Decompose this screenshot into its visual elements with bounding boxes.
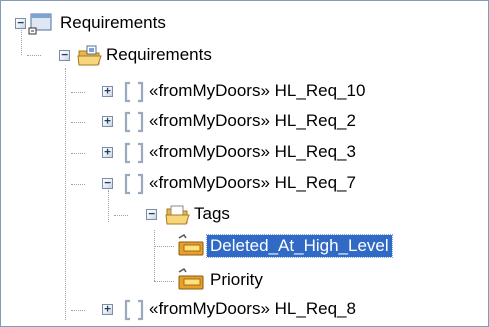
- tree-node-tag[interactable]: Deleted_At_High_Level: [1, 231, 481, 261]
- requirement-bracket-icon: [124, 81, 144, 103]
- requirement-bracket-icon: [124, 299, 144, 321]
- requirement-name: HL_Req_3: [274, 142, 356, 161]
- open-folder-icon: [165, 205, 190, 225]
- expand-toggle[interactable]: +: [102, 303, 113, 315]
- requirement-bracket-icon: [124, 173, 144, 195]
- requirement-name: HL_Req_2: [274, 111, 356, 130]
- tag-icon: [178, 268, 204, 290]
- collapse-toggle[interactable]: −: [102, 177, 113, 189]
- tree-node-label: Requirements: [106, 45, 212, 64]
- tree-node-label: Deleted_At_High_Level: [206, 234, 393, 258]
- tree-node-tags-folder[interactable]: − Tags: [1, 200, 301, 230]
- tree-node-requirement[interactable]: + «fromMyDoors» HL_Req_10: [1, 77, 481, 107]
- tree-node-package[interactable]: − Requirements: [1, 41, 301, 71]
- stereotype-text: «fromMyDoors»: [149, 173, 270, 192]
- requirement-bracket-icon: [124, 142, 144, 164]
- expand-toggle[interactable]: +: [102, 85, 113, 97]
- collapse-toggle[interactable]: −: [15, 17, 26, 29]
- tree-node-label: «fromMyDoors» HL_Req_8: [146, 298, 359, 320]
- stereotype-text: «fromMyDoors»: [149, 81, 270, 100]
- model-browser-tree: − Requirements − Requirements + «fromMyD…: [0, 0, 489, 327]
- collapse-toggle[interactable]: −: [146, 208, 157, 220]
- tree-node-requirement[interactable]: + «fromMyDoors» HL_Req_8: [1, 295, 481, 325]
- open-package-folder-icon: [77, 45, 102, 66]
- tree-node-label: «fromMyDoors» HL_Req_7: [146, 172, 359, 194]
- tree-node-root[interactable]: − Requirements: [1, 9, 301, 39]
- expand-toggle[interactable]: +: [102, 146, 113, 158]
- stereotype-text: «fromMyDoors»: [149, 111, 270, 130]
- requirement-name: HL_Req_10: [274, 81, 366, 100]
- tree-node-label: «fromMyDoors» HL_Req_10: [146, 80, 368, 102]
- tree-node-label: Priority: [210, 270, 263, 289]
- expand-toggle[interactable]: +: [102, 115, 113, 127]
- tree-node-label: «fromMyDoors» HL_Req_3: [146, 141, 359, 163]
- collapse-toggle[interactable]: −: [59, 49, 70, 61]
- model-root-icon: [28, 13, 52, 35]
- tree-node-tag[interactable]: Priority: [1, 265, 301, 295]
- tree-node-label: Requirements: [60, 13, 166, 32]
- requirement-name: HL_Req_7: [274, 173, 356, 192]
- tree-node-label: Tags: [194, 204, 230, 223]
- requirement-bracket-icon: [124, 111, 144, 133]
- stereotype-text: «fromMyDoors»: [149, 299, 270, 318]
- tag-icon: [178, 234, 204, 256]
- requirement-name: HL_Req_8: [274, 299, 356, 318]
- tree-node-requirement[interactable]: + «fromMyDoors» HL_Req_3: [1, 138, 481, 168]
- stereotype-text: «fromMyDoors»: [149, 142, 270, 161]
- tree-node-requirement[interactable]: − «fromMyDoors» HL_Req_7: [1, 169, 481, 199]
- tree-node-requirement[interactable]: + «fromMyDoors» HL_Req_2: [1, 107, 481, 137]
- tree-node-label: «fromMyDoors» HL_Req_2: [146, 110, 359, 132]
